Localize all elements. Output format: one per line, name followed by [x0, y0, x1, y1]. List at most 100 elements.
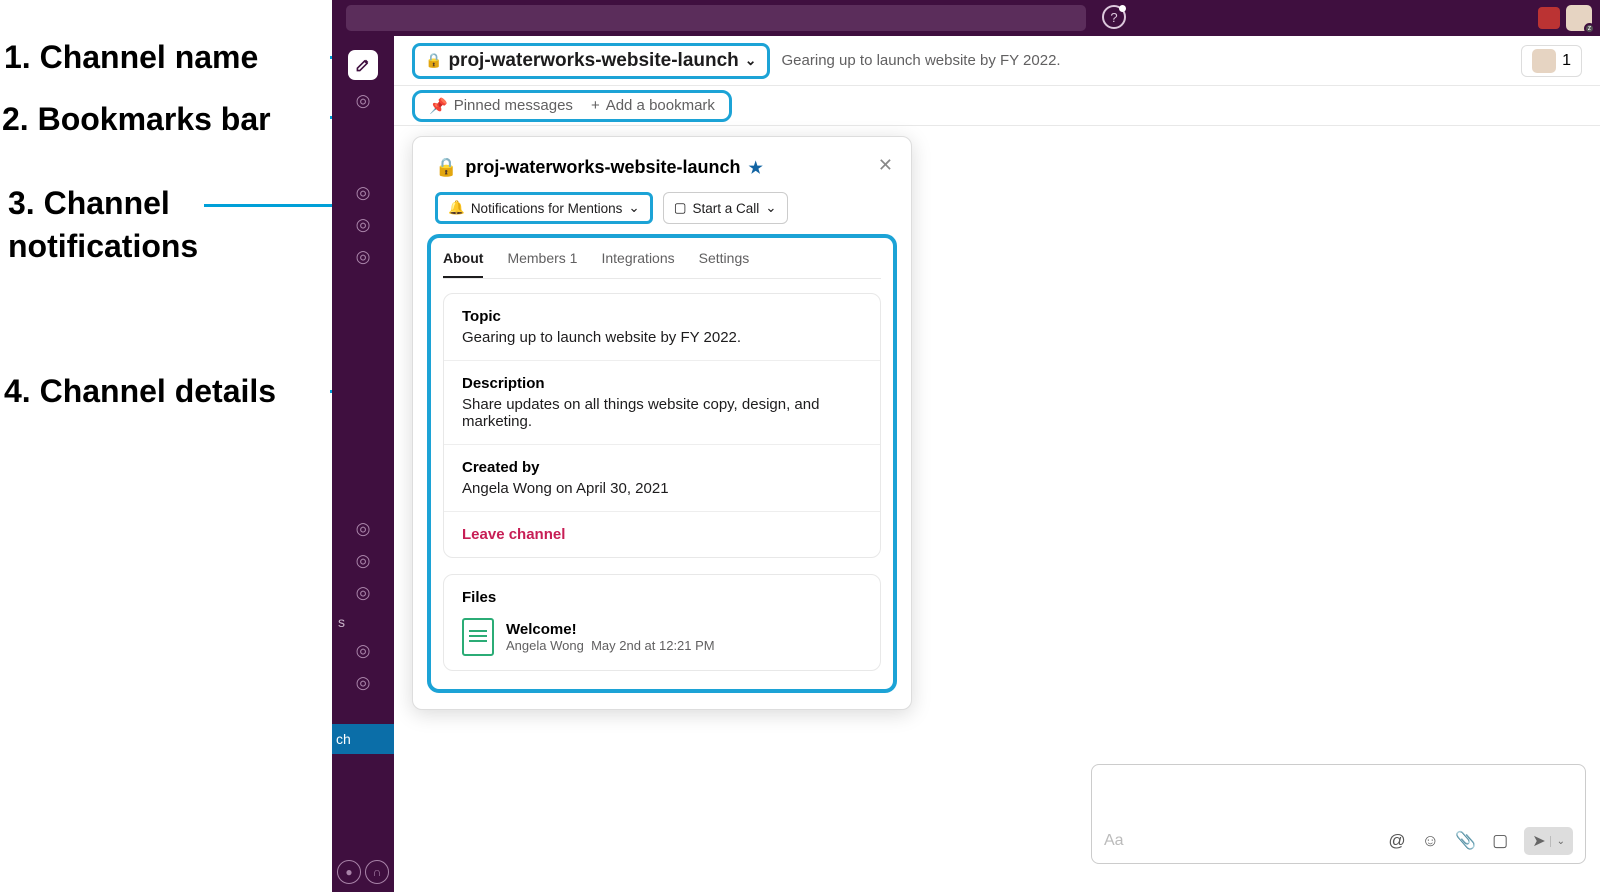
details-card: Topic Gearing up to launch website by FY…: [443, 293, 881, 558]
presence-indicator-icon: z: [1584, 23, 1595, 34]
sidebar-bottom: ● ∩: [332, 860, 394, 884]
main-content: 🔒 proj-waterworks-website-launch ⌄ Geari…: [394, 36, 1600, 892]
help-icon[interactable]: ?: [1102, 5, 1126, 29]
notifications-button[interactable]: 🔔 Notifications for Mentions ⌄: [435, 192, 653, 224]
file-info: Welcome! Angela Wong May 2nd at 12:21 PM: [506, 621, 715, 653]
composer-toolbar: Aa @ ☺ 📎 ▢ ➤ ⌄: [1092, 819, 1585, 863]
start-call-button[interactable]: ▢ Start a Call ⌄: [663, 192, 788, 224]
file-name: Welcome!: [506, 621, 715, 638]
headphones-icon[interactable]: ∩: [365, 860, 389, 884]
sidebar-icon-7[interactable]: ◎: [352, 582, 374, 604]
files-card: Files Welcome! Angela Wong May 2nd at 12…: [443, 574, 881, 671]
bookmarks-bar: 📌 Pinned messages + Add a bookmark: [394, 86, 1600, 126]
chevron-down-icon: ⌄: [745, 52, 757, 69]
description-label: Description: [462, 375, 862, 392]
send-icon: ➤: [1532, 831, 1545, 851]
file-row[interactable]: Welcome! Angela Wong May 2nd at 12:21 PM: [462, 618, 862, 656]
bell-icon: 🔔: [448, 200, 465, 216]
topbar-right: z: [1538, 5, 1592, 31]
attachment-icon[interactable]: 📎: [1455, 831, 1476, 851]
pin-icon: 📌: [429, 97, 448, 115]
document-icon: [462, 618, 494, 656]
message-composer[interactable]: Aa @ ☺ 📎 ▢ ➤ ⌄: [1091, 764, 1586, 864]
annotation-3: 3. Channel notifications: [8, 182, 198, 268]
compose-button[interactable]: [348, 50, 378, 80]
popover-title: proj-waterworks-website-launch: [465, 157, 740, 178]
topic-label: Topic: [462, 308, 862, 325]
tab-members[interactable]: Members 1: [507, 246, 577, 278]
chevron-down-icon[interactable]: ⌄: [1550, 836, 1565, 847]
chevron-down-icon: ⌄: [765, 200, 776, 216]
tab-settings[interactable]: Settings: [699, 246, 750, 278]
star-icon[interactable]: ★: [748, 158, 762, 178]
annotation-2: 2. Bookmarks bar: [2, 98, 271, 141]
created-value: Angela Wong on April 30, 2021: [462, 480, 862, 497]
channel-name-button[interactable]: 🔒 proj-waterworks-website-launch ⌄: [412, 43, 770, 79]
call-label: Start a Call: [692, 201, 759, 216]
tab-about[interactable]: About: [443, 246, 483, 278]
sidebar-icon-8[interactable]: ◎: [352, 640, 374, 662]
sidebar-icon-5[interactable]: ◎: [352, 518, 374, 540]
mention-icon[interactable]: @: [1388, 831, 1405, 851]
description-value: Share updates on all things website copy…: [462, 396, 862, 430]
add-bookmark-label: Add a bookmark: [606, 97, 715, 114]
member-avatar: [1532, 49, 1556, 73]
pinned-messages-button[interactable]: 📌 Pinned messages: [429, 97, 573, 115]
pinned-label: Pinned messages: [454, 97, 573, 114]
bookmarks-inner: 📌 Pinned messages + Add a bookmark: [412, 90, 732, 122]
annotation-4: 4. Channel details: [4, 370, 276, 413]
popover-tabs: About Members 1 Integrations Settings: [443, 246, 881, 279]
search-input[interactable]: [346, 5, 1086, 31]
channel-details-popover: 🔒 proj-waterworks-website-launch ★ ✕ 🔔 N…: [412, 136, 912, 710]
popover-title-row: 🔒 proj-waterworks-website-launch ★: [435, 157, 889, 178]
app-icon[interactable]: [1538, 7, 1560, 29]
send-button[interactable]: ➤ ⌄: [1524, 827, 1573, 855]
plus-icon: +: [591, 97, 600, 114]
lock-icon: 🔒: [435, 157, 457, 178]
chevron-down-icon: ⌄: [628, 200, 639, 216]
file-time: May 2nd at 12:21 PM: [591, 638, 715, 653]
sidebar-icon-1[interactable]: ◎: [352, 90, 374, 112]
add-bookmark-button[interactable]: + Add a bookmark: [591, 97, 715, 114]
popover-buttons: 🔔 Notifications for Mentions ⌄ ▢ Start a…: [435, 192, 889, 224]
sidebar-icon-2[interactable]: ◎: [352, 182, 374, 204]
tab-integrations[interactable]: Integrations: [601, 246, 674, 278]
channel-members-button[interactable]: 1: [1521, 45, 1582, 77]
sidebar-active-channel[interactable]: ch: [332, 724, 394, 754]
slack-app: ? z ◎ ◎ ◎ ◎ ◎ ◎ ◎ s ◎ ◎: [332, 0, 1600, 892]
close-icon[interactable]: ✕: [878, 155, 893, 176]
format-aa-icon[interactable]: Aa: [1104, 832, 1124, 850]
compose-icon: [355, 57, 371, 73]
video-icon: ▢: [674, 200, 687, 216]
annotations-column: 1. Channel name 2. Bookmarks bar 3. Chan…: [0, 0, 330, 892]
file-author: Angela Wong: [506, 638, 584, 653]
sidebar: ◎ ◎ ◎ ◎ ◎ ◎ ◎ s ◎ ◎ ch ● ∩: [332, 36, 394, 892]
topic-value: Gearing up to launch website by FY 2022.: [462, 329, 862, 346]
body-area: ◎ ◎ ◎ ◎ ◎ ◎ ◎ s ◎ ◎ ch ● ∩ 🔒: [332, 36, 1600, 892]
created-row: Created by Angela Wong on April 30, 2021: [444, 445, 880, 512]
files-label: Files: [462, 589, 862, 606]
file-meta: Angela Wong May 2nd at 12:21 PM: [506, 638, 715, 653]
sidebar-icon-3[interactable]: ◎: [352, 214, 374, 236]
user-avatar[interactable]: z: [1566, 5, 1592, 31]
emoji-icon[interactable]: ☺: [1422, 831, 1439, 851]
mic-icon[interactable]: ●: [337, 860, 361, 884]
leave-channel-button[interactable]: Leave channel: [444, 512, 880, 557]
sidebar-icon-9[interactable]: ◎: [352, 672, 374, 694]
details-outline: About Members 1 Integrations Settings To…: [427, 234, 897, 693]
notifications-label: Notifications for Mentions: [471, 201, 623, 216]
topic-row[interactable]: Topic Gearing up to launch website by FY…: [444, 294, 880, 361]
sidebar-icon-6[interactable]: ◎: [352, 550, 374, 572]
top-bar: ? z: [332, 0, 1600, 36]
sidebar-icon-4[interactable]: ◎: [352, 246, 374, 268]
formatting-icons: Aa: [1104, 832, 1124, 850]
description-row[interactable]: Description Share updates on all things …: [444, 361, 880, 445]
annotation-1: 1. Channel name: [4, 36, 258, 79]
video-icon[interactable]: ▢: [1492, 831, 1508, 851]
channel-topic-inline: Gearing up to launch website by FY 2022.: [782, 52, 1061, 69]
sidebar-section-label: s: [332, 614, 345, 630]
channel-name-text: proj-waterworks-website-launch: [448, 50, 738, 72]
sidebar-active-label: ch: [336, 731, 351, 747]
channel-header: 🔒 proj-waterworks-website-launch ⌄ Geari…: [394, 36, 1600, 86]
lock-icon: 🔒: [425, 52, 442, 69]
